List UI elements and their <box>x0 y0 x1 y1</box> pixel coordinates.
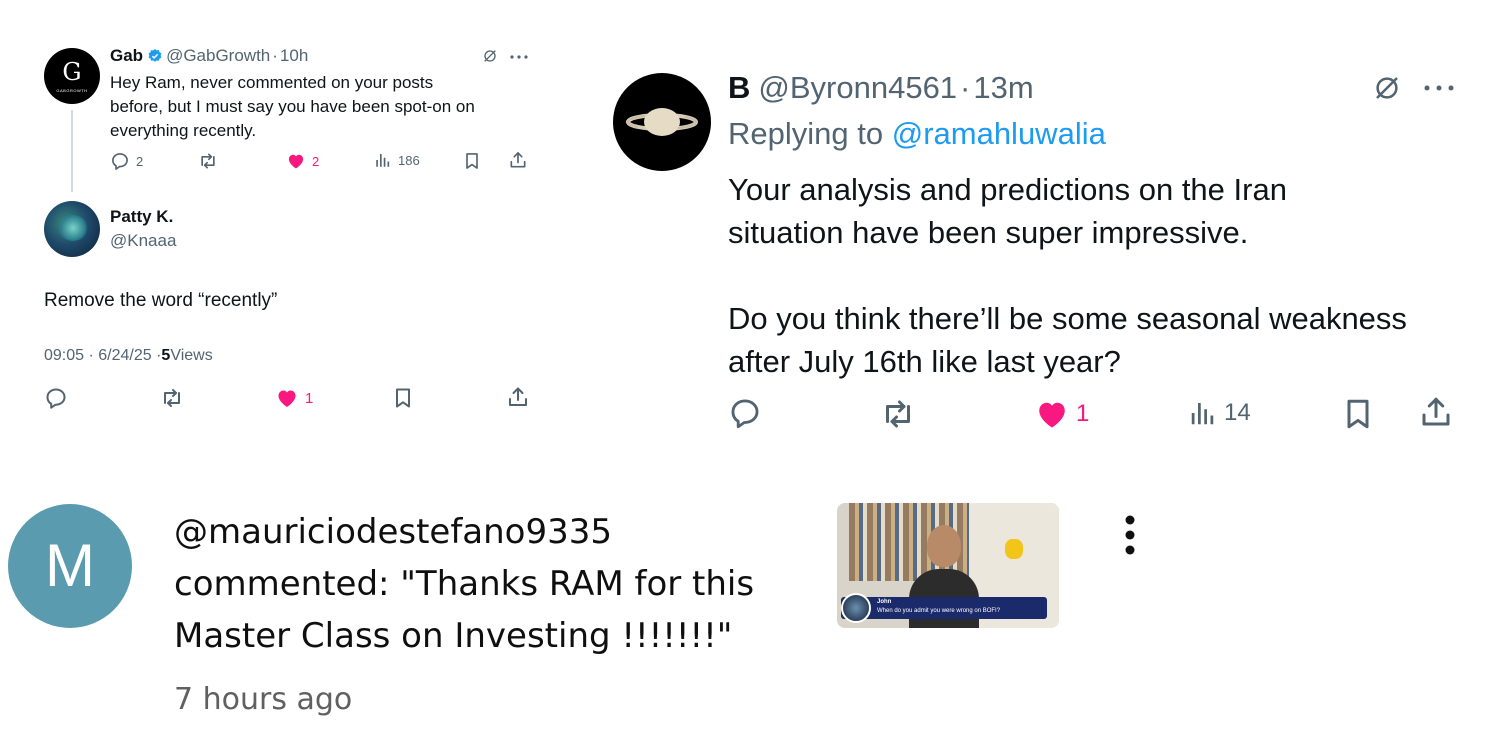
verified-icon <box>147 48 163 64</box>
reply-icon <box>44 386 68 410</box>
share-icon <box>506 385 530 409</box>
gab-time[interactable]: 10h <box>280 46 308 66</box>
retweet-icon <box>880 396 916 432</box>
gab-text-line: before, but I must say you have been spo… <box>110 97 475 116</box>
patty-timestamp[interactable]: 09:05 · 6/24/25 · <box>44 347 161 365</box>
byron-like-button[interactable]: 1 <box>1034 396 1089 432</box>
byron-text-line: situation have been super impressive. <box>728 215 1249 250</box>
gab-avatar[interactable]: G GABGROWTH <box>44 48 100 104</box>
thumb-caption-text: When do you admit you were wrong on BOFI… <box>877 608 1001 614</box>
byron-replying-handle[interactable]: @ramahluwalia <box>892 116 1106 152</box>
views-icon <box>374 151 392 169</box>
thumb-caption-name: John <box>877 599 892 605</box>
commenter-avatar-letter: M <box>45 532 95 599</box>
gab-avatar-letter: G <box>62 58 82 86</box>
byron-text-line: Do you think there’ll be some seasonal w… <box>728 301 1407 336</box>
share-icon <box>508 150 528 170</box>
heart-icon <box>1034 396 1070 432</box>
kebab-menu-icon <box>1124 514 1136 556</box>
byron-avatar[interactable] <box>613 73 711 171</box>
gab-handle[interactable]: @GabGrowth <box>166 46 270 66</box>
patty-share-button[interactable] <box>506 385 530 409</box>
heart-icon <box>286 151 306 171</box>
gab-views-button[interactable]: 186 <box>374 151 420 169</box>
more-icon[interactable] <box>510 55 528 59</box>
gab-retweet-button[interactable] <box>198 151 218 171</box>
reply-icon <box>728 396 762 430</box>
comment-text-line: Master Class on Investing !!!!!!!" <box>174 616 733 656</box>
gab-text-line: Hey Ram, never commented on your posts <box>110 73 434 92</box>
byron-like-count: 1 <box>1076 400 1090 427</box>
commenter-avatar[interactable]: M <box>8 504 132 628</box>
share-icon <box>1418 394 1454 430</box>
comment-author: @mauriciodestefano9335 <box>174 512 613 552</box>
thread-line <box>71 110 73 192</box>
gab-avatar-sub: GABGROWTH <box>56 88 88 93</box>
patty-handle[interactable]: @Knaaa <box>110 231 176 251</box>
heart-icon <box>275 386 299 410</box>
reply-icon <box>110 151 130 171</box>
byron-text-line: after July 16th like last year? <box>728 344 1121 379</box>
byron-reply-button[interactable] <box>728 396 762 430</box>
retweet-icon <box>160 386 184 410</box>
grok-icon[interactable] <box>1372 73 1402 103</box>
gab-like-button[interactable]: 2 <box>286 151 319 171</box>
patty-like-button[interactable]: 1 <box>275 386 313 410</box>
bookmark-icon <box>462 151 482 171</box>
byron-name[interactable]: B <box>728 70 750 106</box>
patty-name[interactable]: Patty K. <box>110 207 173 227</box>
patty-avatar[interactable] <box>44 201 100 257</box>
gab-like-count: 2 <box>312 153 320 169</box>
comment-text-line: commented: "Thanks RAM for this <box>174 564 755 604</box>
patty-views-label: Views <box>170 347 213 364</box>
gab-text-line: everything recently. <box>110 121 257 140</box>
byron-share-button[interactable] <box>1418 394 1454 430</box>
patty-reply-button[interactable] <box>44 386 68 410</box>
byron-text-line <box>728 254 1407 297</box>
thumb-lamp <box>1005 539 1023 559</box>
byron-bookmark-button[interactable] <box>1340 396 1376 432</box>
byron-time[interactable]: 13m <box>973 70 1033 106</box>
thumb-caller-avatar <box>841 593 871 623</box>
gab-bookmark-button[interactable] <box>462 151 482 171</box>
byron-dot: · <box>960 70 971 105</box>
patty-retweet-button[interactable] <box>160 386 184 410</box>
gab-share-button[interactable] <box>508 150 528 170</box>
saturn-image <box>626 108 698 136</box>
gab-reply-count: 2 <box>136 153 144 169</box>
patty-views-count: 5 <box>161 347 171 364</box>
gab-views-count: 186 <box>398 152 420 168</box>
gab-dot: · <box>272 46 278 65</box>
byron-handle[interactable]: @Byronn4561 <box>758 70 957 106</box>
avatar-tree-shape <box>58 215 88 241</box>
byron-views-button[interactable]: 14 <box>1188 398 1251 428</box>
grok-icon[interactable] <box>482 48 498 64</box>
retweet-icon <box>198 151 218 171</box>
gab-name[interactable]: Gab <box>110 46 143 66</box>
gab-reply-button[interactable]: 2 <box>110 151 143 171</box>
bookmark-icon <box>1340 396 1376 432</box>
comment-time: 7 hours ago <box>174 682 353 717</box>
byron-views-count: 14 <box>1224 399 1251 426</box>
byron-retweet-button[interactable] <box>880 396 916 432</box>
patty-text: Remove the word “recently” <box>44 290 278 311</box>
kebab-menu-button[interactable] <box>1124 514 1136 556</box>
more-icon[interactable] <box>1424 85 1454 91</box>
patty-bookmark-button[interactable] <box>391 386 415 410</box>
byron-replying-prefix: Replying to <box>728 116 892 151</box>
byron-text-line: Your analysis and predictions on the Ira… <box>728 172 1287 207</box>
video-thumbnail[interactable]: John When do you admit you were wrong on… <box>837 503 1059 628</box>
thumb-caption-bar: John When do you admit you were wrong on… <box>841 597 1047 619</box>
views-icon <box>1188 398 1218 428</box>
bookmark-icon <box>391 386 415 410</box>
patty-like-count: 1 <box>305 389 314 407</box>
